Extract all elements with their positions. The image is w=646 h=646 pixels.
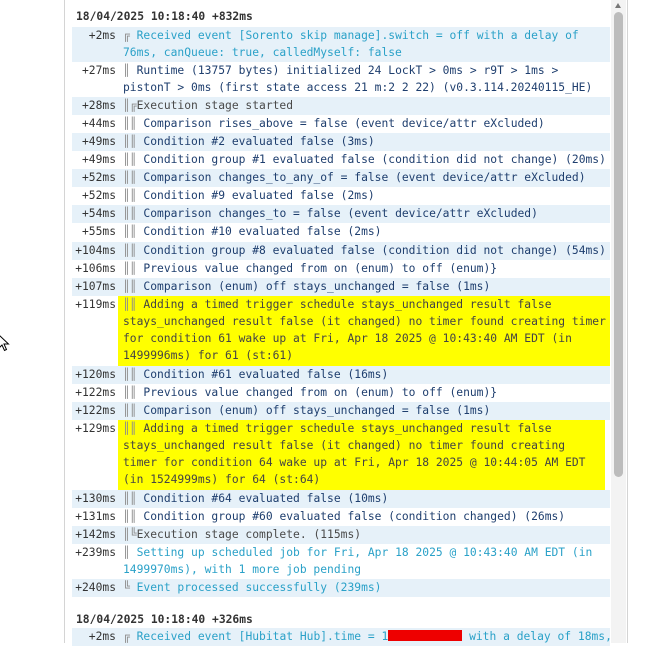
log-timestamp: +122ms [75, 386, 116, 399]
log-message: ║║ Comparison (enum) off stays_unchanged… [123, 280, 491, 293]
log-message: ║║ Condition #61 evaluated false (16ms) [123, 368, 389, 381]
log-timestamp: +131ms [75, 510, 116, 523]
log-timestamp: +44ms [81, 117, 116, 130]
log-timestamp: +28ms [81, 99, 116, 112]
log-session-header: 18/04/2025 10:18:40 +326ms [76, 613, 253, 626]
log-message: ║║ Condition group #60 evaluated false (… [123, 510, 566, 523]
log-message: ║ Setting up scheduled job for Fri, Apr … [123, 546, 600, 576]
log-message: ║║ Condition #64 evaluated false (10ms) [123, 492, 389, 505]
log-row: +2ms ╔ Received event [Sorento skip mana… [72, 27, 610, 62]
log-timestamp: +49ms [81, 153, 116, 166]
log-message: ╔ Received event [Sorento skip manage].s… [123, 29, 586, 59]
log-message: ║╔Execution stage started [123, 99, 294, 112]
redaction-bar [388, 630, 463, 641]
log-row: +142ms ║╚Execution stage complete. (115m… [72, 526, 610, 544]
log-message: ╔ Received event [Hubitat Hub].time = 1 … [123, 630, 612, 643]
log-row: +2ms ╔ Received event [Hubitat Hub].time… [72, 628, 612, 646]
log-timestamp: +120ms [75, 368, 116, 381]
log-timestamp: +106ms [75, 262, 116, 275]
log-row: +130ms ║║ Condition #64 evaluated false … [72, 490, 610, 508]
log-row: +120ms ║║ Condition #61 evaluated false … [72, 366, 610, 384]
log-message: ║║ Previous value changed from on (enum)… [123, 386, 498, 399]
log-message: ║║ Condition #2 evaluated false (3ms) [123, 135, 375, 148]
log-message: ║║ Adding a timed trigger schedule stays… [123, 422, 593, 486]
log-row: +27ms ║ Runtime (13757 bytes) initialize… [72, 62, 610, 97]
log-timestamp: +55ms [81, 225, 116, 238]
log-timestamp: +104ms [75, 244, 116, 257]
log-timestamp: +142ms [75, 528, 116, 541]
log-message: ║╚Execution stage complete. (115ms) [123, 528, 362, 541]
log-message: ║║ Comparison (enum) off stays_unchanged… [123, 404, 491, 417]
log-message: ║║ Comparison changes_to = false (event … [123, 207, 538, 220]
log-timestamp: +52ms [81, 189, 116, 202]
highlighted-log-message: ║║ Adding a timed trigger schedule stays… [118, 420, 605, 494]
log-row: +104ms ║║ Condition group #8 evaluated f… [72, 242, 610, 260]
log-row: +28ms ║╔Execution stage started [72, 97, 610, 115]
scroll-up-arrow-icon[interactable] [615, 3, 621, 8]
log-row: +55ms ║║ Condition #10 evaluated false (… [72, 223, 610, 241]
log-timestamp: +107ms [75, 280, 116, 293]
log-message: ║║ Condition #10 evaluated false (2ms) [123, 225, 382, 238]
log-message: ║║ Previous value changed from on (enum)… [123, 262, 498, 275]
log-timestamp: +129ms [75, 422, 116, 435]
log-row: +122ms ║║ Previous value changed from on… [72, 384, 610, 402]
log-timestamp: +130ms [75, 492, 116, 505]
log-row: +49ms ║║ Condition group #1 evaluated fa… [72, 151, 610, 169]
log-message: ║║ Condition group #1 evaluated false (c… [123, 153, 606, 166]
log-timestamp: +27ms [81, 64, 116, 77]
log-message: ║║ Comparison changes_to_any_of = false … [123, 171, 586, 184]
log-session-header: 18/04/2025 10:18:40 +832ms [76, 10, 253, 23]
log-message: ║║ Adding a timed trigger schedule stays… [123, 298, 613, 362]
log-row: +106ms ║║ Previous value changed from on… [72, 260, 610, 278]
log-message: ║ Runtime (13757 bytes) initialized 24 L… [123, 64, 593, 94]
log-row: +49ms ║║ Condition #2 evaluated false (3… [72, 133, 610, 151]
log-timestamp: +2ms [88, 29, 116, 42]
log-message: ║║ Condition #9 evaluated false (2ms) [123, 189, 375, 202]
log-timestamp: +52ms [81, 171, 116, 184]
log-message: ║║ Condition group #8 evaluated false (c… [123, 244, 606, 257]
log-row: +239ms ║ Setting up scheduled job for Fr… [72, 544, 610, 579]
log-timestamp: +122ms [75, 404, 116, 417]
log-timestamp: +2ms [88, 630, 116, 643]
log-row: +122ms ║║ Comparison (enum) off stays_un… [72, 402, 610, 420]
scrollbar-thumb[interactable] [614, 12, 623, 477]
log-row: +44ms ║║ Comparison rises_above = false … [72, 115, 610, 133]
log-row: +52ms ║║ Condition #9 evaluated false (2… [72, 187, 610, 205]
log-timestamp: +49ms [81, 135, 116, 148]
mouse-cursor-icon [0, 335, 10, 352]
log-timestamp: +240ms [75, 581, 116, 594]
log-timestamp: +239ms [75, 546, 116, 559]
log-row: +240ms ╚ Event processed successfully (2… [72, 579, 610, 597]
highlighted-log-message: ║║ Adding a timed trigger schedule stays… [118, 296, 610, 371]
log-row: +131ms ║║ Condition group #60 evaluated … [72, 508, 610, 526]
log-timestamp: +54ms [81, 207, 116, 220]
log-row: +107ms ║║ Comparison (enum) off stays_un… [72, 278, 610, 296]
log-timestamp: +119ms [75, 298, 116, 311]
log-row: +54ms ║║ Comparison changes_to = false (… [72, 205, 610, 223]
log-message: ╚ Event processed successfully (239ms) [123, 581, 382, 594]
log-row: +52ms ║║ Comparison changes_to_any_of = … [72, 169, 610, 187]
log-message: ║║ Comparison rises_above = false (event… [123, 117, 545, 130]
